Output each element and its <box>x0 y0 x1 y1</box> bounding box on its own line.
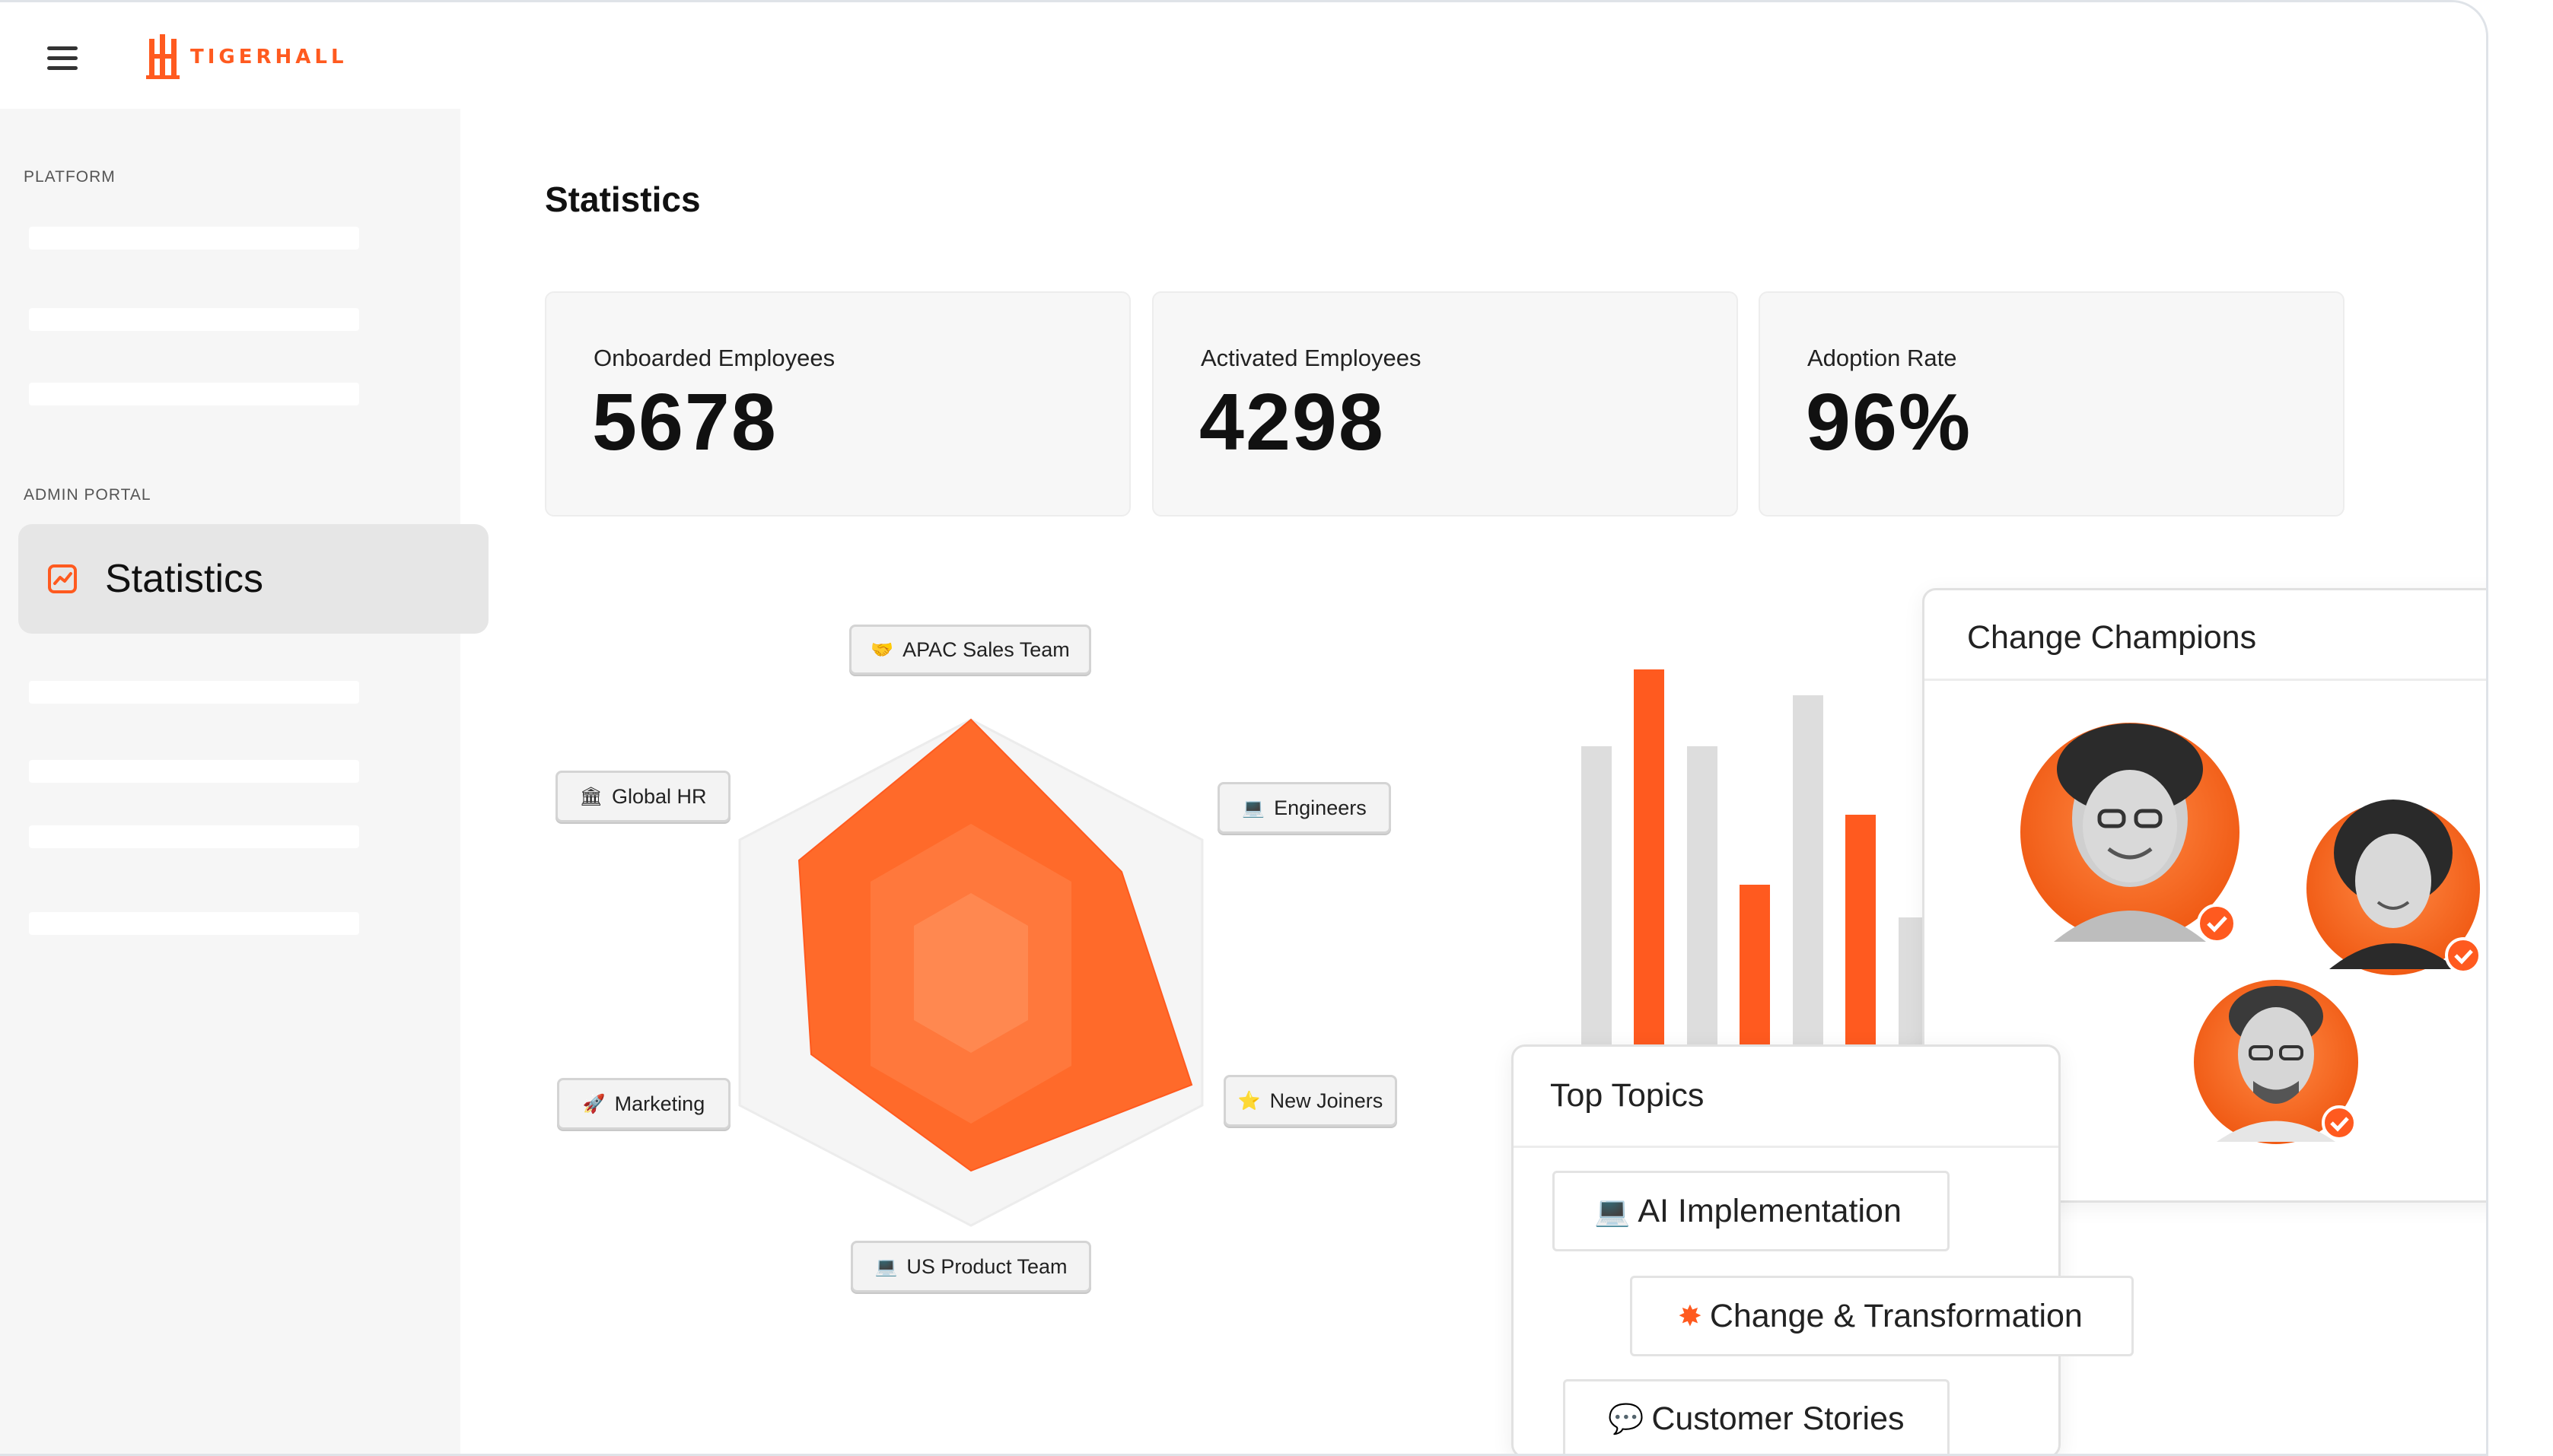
radar-label-text: Global HR <box>611 784 707 808</box>
topic-change-transformation[interactable]: ✸ Change & Transformation <box>1630 1276 2134 1356</box>
radar-label-apac-sales-team[interactable]: 🤝 APAC Sales Team <box>849 625 1091 675</box>
radar-label-text: Engineers <box>1274 796 1367 819</box>
laptop-icon: 💻 <box>874 1256 898 1277</box>
radar-label-text: US Product Team <box>906 1254 1068 1278</box>
bar-chart-bar <box>1899 917 1922 1044</box>
radar-label-text: Marketing <box>614 1092 705 1115</box>
app-window: TIGERHALL PLATFORM ADMIN PORTAL Statisti… <box>0 0 2488 1456</box>
divider <box>1514 1146 2058 1148</box>
avatar[interactable] <box>2306 800 2481 975</box>
radar-label-text: New Joiners <box>1269 1089 1383 1112</box>
bar-chart-bar <box>1634 669 1664 1044</box>
radar-label-global-hr[interactable]: 🏛 Global HR <box>555 771 731 822</box>
rocket-icon: 🚀 <box>582 1093 606 1114</box>
radar-label-engineers[interactable]: 💻 Engineers <box>1218 782 1391 834</box>
radar-label-text: APAC Sales Team <box>902 637 1070 661</box>
bar-chart-bar <box>1581 746 1612 1044</box>
verified-badge-icon <box>2322 1105 2357 1140</box>
radar-label-new-joiners[interactable]: ⭐ New Joiners <box>1224 1075 1397 1127</box>
topic-ai-implementation[interactable]: 💻 AI Implementation <box>1552 1171 1950 1251</box>
verified-badge-icon <box>2197 904 2236 943</box>
radar-label-marketing[interactable]: 🚀 Marketing <box>557 1078 731 1130</box>
topic-label: Change & Transformation <box>1709 1297 2083 1334</box>
bar-chart-bar <box>1687 746 1717 1044</box>
topic-customer-stories[interactable]: 💬 Customer Stories <box>1563 1379 1950 1454</box>
bank-icon: 🏛 <box>579 786 603 807</box>
top-topics-title: Top Topics <box>1550 1077 1705 1114</box>
topic-label: AI Implementation <box>1638 1192 1902 1229</box>
radar-grid-inner <box>914 893 1028 1053</box>
speech-bubble-icon: 💬 <box>1608 1401 1644 1435</box>
avatar[interactable] <box>2194 980 2358 1144</box>
verified-badge-icon <box>2445 937 2481 974</box>
bar-chart-bar <box>1845 815 1876 1044</box>
sparkle-icon: ✸ <box>1678 1299 1702 1333</box>
bar-chart-bar <box>1740 885 1770 1044</box>
avatar[interactable] <box>2020 723 2239 943</box>
topic-label: Customer Stories <box>1651 1400 1905 1437</box>
bar-chart-bar <box>1793 695 1823 1044</box>
handshake-icon: 🤝 <box>871 639 894 660</box>
laptop-icon: 💻 <box>1242 797 1265 819</box>
radar-label-us-product-team[interactable]: 💻 US Product Team <box>851 1241 1091 1292</box>
laptop-icon: 💻 <box>1594 1194 1631 1228</box>
star-icon: ⭐ <box>1237 1090 1261 1111</box>
